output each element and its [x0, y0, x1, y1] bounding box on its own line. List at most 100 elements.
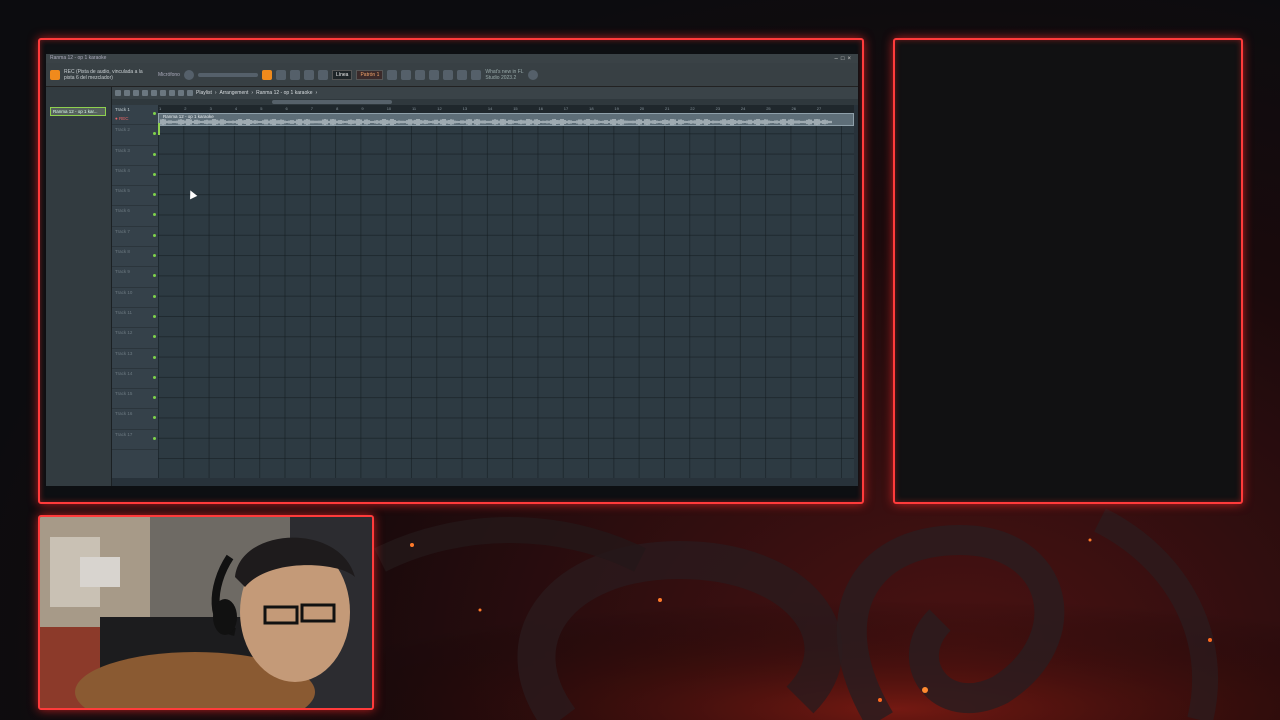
ruler-mark: 20	[639, 106, 645, 111]
playlist-header: Playlist › Arrangement › Ranma 12 - op 1…	[112, 87, 858, 99]
track-enable-led[interactable]	[153, 152, 156, 156]
scrollbar-thumb[interactable]	[272, 100, 392, 104]
plugin-picker-icon[interactable]	[443, 69, 454, 80]
track-enable-led[interactable]	[153, 375, 156, 379]
playback-tool-icon[interactable]	[187, 90, 193, 96]
master-volume-knob-icon[interactable]	[183, 69, 194, 80]
breadcrumb-arrangement[interactable]: Arrangement	[220, 90, 249, 96]
ruler-mark: 8	[336, 106, 339, 111]
track-row[interactable]: Track 17	[112, 430, 158, 451]
track-row[interactable]: Track 11	[112, 308, 158, 329]
ruler-mark: 22	[690, 106, 695, 111]
track-label: Track 9	[115, 269, 130, 275]
breadcrumb-pattern[interactable]: Ranma 12 - op 1 karaoke	[256, 90, 312, 96]
browser-selected-item[interactable]: Ranma 12 - op 1 kar...	[50, 107, 106, 116]
ruler-mark: 26	[791, 106, 796, 111]
pattern-select[interactable]: Patrón 1	[356, 69, 384, 80]
track-enable-led[interactable]	[153, 172, 156, 176]
track-row[interactable]: Track 16	[112, 409, 158, 430]
track-row[interactable]: Track 13	[112, 349, 158, 369]
ruler-mark: 21	[665, 106, 670, 111]
track-enable-led[interactable]	[153, 314, 156, 318]
track-label: Track 8	[115, 249, 130, 255]
pattern-mode-button[interactable]	[261, 69, 272, 80]
delete-tool-icon[interactable]	[142, 90, 148, 96]
track-enable-led[interactable]	[153, 254, 156, 258]
track-enable-led[interactable]	[153, 132, 156, 136]
stamp-icon[interactable]	[317, 69, 328, 80]
track-row[interactable]: Track 9	[112, 267, 158, 288]
screen-capture-frame: Ranma 12 - op 1 karaoke –□× REC (Pista d…	[38, 38, 864, 504]
master-pitch-slider[interactable]	[197, 72, 258, 77]
track-label: Track 5	[115, 188, 130, 194]
channel-rack-icon[interactable]	[429, 69, 440, 80]
track-enable-led[interactable]	[153, 436, 156, 440]
track-enable-led[interactable]	[153, 233, 156, 237]
track-row[interactable]: Track 12	[112, 328, 158, 349]
timeline-ruler[interactable]: 1 2 3 4 5 6 7 8 9 10 11 12 13 14 15 16 17 18 19 20 21 22 23 24 2…	[158, 105, 854, 113]
track-row[interactable]: Track 8	[112, 247, 158, 268]
playlist-grid[interactable]: Ranma 12 - op 1 karaoke	[158, 113, 854, 478]
pencil-icon[interactable]	[289, 69, 300, 80]
select-tool-icon[interactable]	[169, 90, 175, 96]
playlist-icon[interactable]	[387, 69, 398, 80]
microphone-icon[interactable]	[457, 69, 468, 80]
track-row[interactable]: Track 7	[112, 227, 158, 248]
ruler-mark: 2	[184, 106, 187, 111]
wrench-icon[interactable]	[471, 69, 482, 80]
track-row[interactable]: Track 5	[112, 186, 158, 207]
paint-tool-icon[interactable]	[133, 90, 139, 96]
ruler-mark: 16	[538, 106, 543, 111]
track-label: Track 6	[115, 208, 130, 214]
track-enable-led[interactable]	[153, 213, 156, 217]
track-label: Track 10	[115, 289, 133, 295]
track-enable-led[interactable]	[153, 416, 156, 420]
track-enable-led[interactable]	[153, 274, 156, 278]
track-row[interactable]: Track 3	[112, 146, 158, 166]
daw-main-area: Ranma 12 - op 1 kar... Playlist › Arrang…	[46, 87, 858, 486]
breadcrumb-separator: ›	[251, 90, 254, 96]
track-row[interactable]: Track 6	[112, 206, 158, 227]
mute-tool-icon[interactable]	[151, 90, 157, 96]
piano-roll-icon[interactable]	[401, 69, 412, 80]
webcam-feed	[40, 517, 372, 708]
window-controls[interactable]: –□×	[835, 55, 854, 64]
track-enable-led[interactable]	[153, 396, 156, 400]
news-line-2: Studio 2023.2	[485, 74, 517, 81]
mixer-icon[interactable]	[415, 69, 426, 80]
audio-clip[interactable]: Ranma 12 - op 1 karaoke	[158, 113, 854, 126]
news-panel[interactable]: What's new in FL Studio 2023.2	[485, 69, 523, 81]
track-label: Track 13	[115, 350, 133, 356]
track-label: Track 4	[115, 167, 130, 173]
playhead-marker[interactable]	[158, 123, 160, 135]
playlist-title: Playlist	[196, 90, 212, 96]
brush-icon[interactable]	[303, 69, 314, 80]
track-enable-led[interactable]	[153, 294, 156, 298]
pencil-tool-icon[interactable]	[124, 90, 130, 96]
track-row[interactable]: Track 15	[112, 389, 158, 410]
ruler-mark: 6	[285, 106, 288, 111]
track-row[interactable]: Track 10	[112, 288, 158, 308]
track-row[interactable]: Track 14	[112, 369, 158, 390]
help-icon[interactable]	[527, 69, 538, 80]
ruler-mark: 24	[740, 106, 746, 111]
track-enable-led[interactable]	[153, 355, 156, 359]
ruler-mark: 4	[234, 106, 238, 111]
mic-label: Micrófono	[158, 71, 180, 78]
track-row[interactable]: Track 2	[112, 125, 158, 146]
track-label: Track 16	[115, 411, 133, 417]
track-enable-led[interactable]	[153, 112, 156, 115]
news-line-1: What's new in FL	[485, 68, 524, 75]
rec-icon[interactable]	[50, 69, 60, 80]
zoom-tool-icon[interactable]	[178, 90, 184, 96]
breadcrumb-separator: ›	[214, 90, 217, 96]
track-enable-led[interactable]	[153, 335, 156, 339]
snap-select[interactable]: Línea	[331, 69, 353, 80]
playlist-window: Playlist › Arrangement › Ranma 12 - op 1…	[112, 87, 858, 486]
magnet-icon[interactable]	[115, 90, 121, 96]
track-row[interactable]: Track 1 ● REC	[112, 105, 158, 126]
slice-tool-icon[interactable]	[160, 90, 166, 96]
arrow-icon[interactable]	[275, 69, 286, 80]
track-enable-led[interactable]	[153, 193, 156, 197]
track-row[interactable]: Track 4	[112, 166, 158, 187]
